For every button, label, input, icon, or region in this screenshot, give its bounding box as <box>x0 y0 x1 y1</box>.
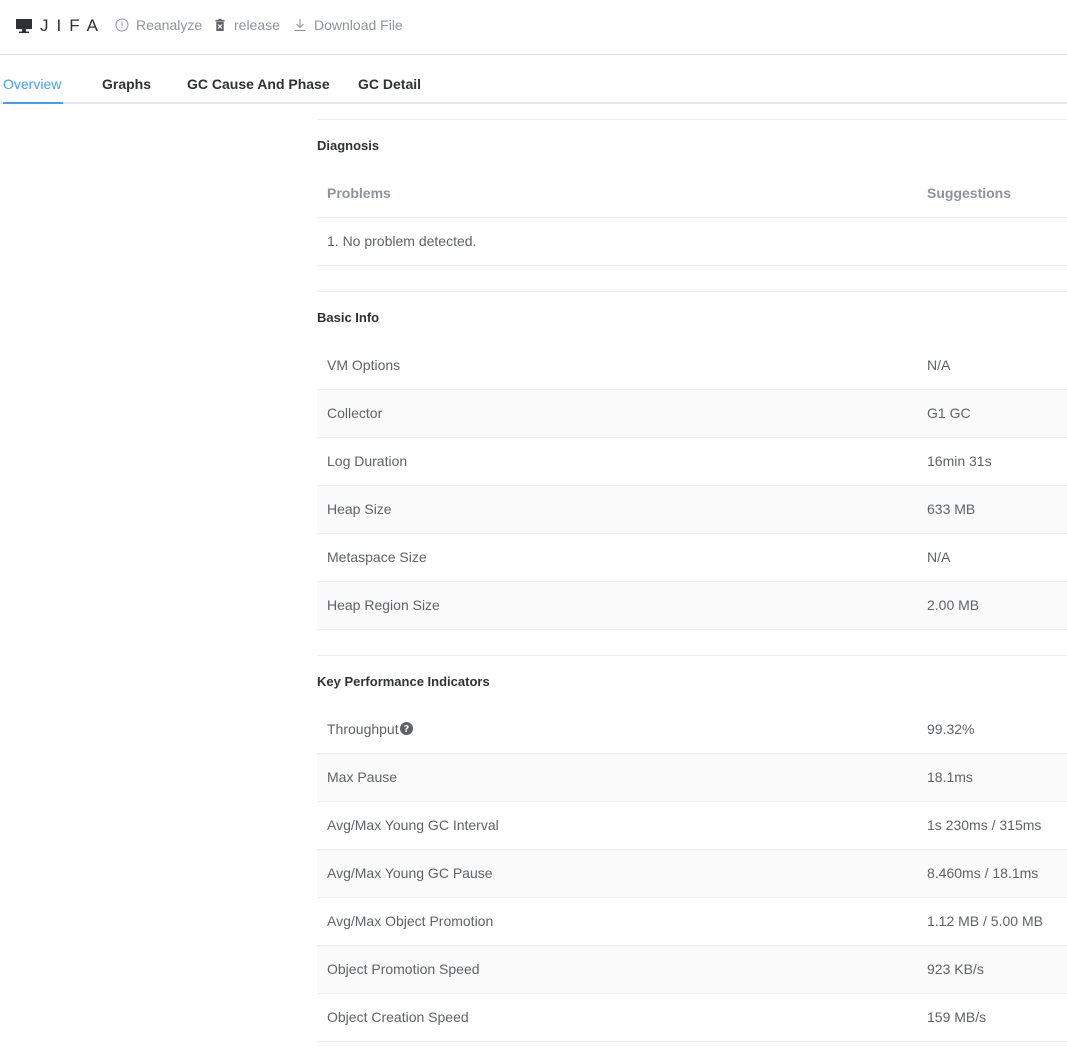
table-row: Metaspace Size N/A <box>317 534 1067 582</box>
svg-text:?: ? <box>403 724 409 735</box>
heap-size-label: Heap Size <box>327 501 392 517</box>
throughput-value: 99.32% <box>927 721 975 737</box>
top-bar: JIFA Reanalyze release Download File <box>0 0 1067 55</box>
trash-icon <box>215 18 225 31</box>
problem-cell: 1. No problem detected. <box>327 233 477 249</box>
young-gc-pause-label: Avg/Max Young GC Pause <box>327 865 493 881</box>
object-promotion-label: Avg/Max Object Promotion <box>327 913 494 929</box>
max-pause-label: Max Pause <box>327 769 398 785</box>
release-button[interactable]: release <box>213 16 280 34</box>
tab-gc-cause-and-phase[interactable]: GC Cause And Phase <box>187 76 330 104</box>
max-pause-value: 18.1ms <box>927 769 973 785</box>
table-row: Log Duration 16min 31s <box>317 438 1067 486</box>
diagnosis-title: Diagnosis <box>317 138 380 153</box>
object-creation-speed-label: Object Creation Speed <box>327 1009 469 1025</box>
table-row: Heap Size 633 MB <box>317 486 1067 534</box>
table-row: Avg/Max Young GC Interval 1s 230ms / 315… <box>317 802 1067 850</box>
young-gc-pause-value: 8.460ms / 18.1ms <box>927 865 1039 881</box>
suggestions-column-header: Suggestions <box>927 185 1012 201</box>
object-promotion-value: 1.12 MB / 5.00 MB <box>927 913 1043 929</box>
vm-options-label: VM Options <box>327 357 401 373</box>
info-circle-icon <box>115 18 129 32</box>
log-duration-label: Log Duration <box>327 453 408 469</box>
release-label: release <box>234 17 280 33</box>
table-row: VM Options N/A <box>317 342 1067 390</box>
diagnosis-table-header: Problems Suggestions <box>317 170 1067 218</box>
table-row: Collector G1 GC <box>317 390 1067 438</box>
reanalyze-button[interactable]: Reanalyze <box>115 16 202 34</box>
object-creation-speed-value: 159 MB/s <box>927 1009 987 1025</box>
collector-label: Collector <box>327 405 383 421</box>
question-circle-icon[interactable]: ? <box>399 722 413 735</box>
tab-overview[interactable]: Overview <box>3 76 61 104</box>
throughput-label: Throughput? <box>327 721 413 737</box>
metaspace-size-label: Metaspace Size <box>327 549 427 565</box>
download-icon <box>294 19 306 32</box>
vm-options-value: N/A <box>927 357 951 373</box>
table-row: Avg/Max Young GC Pause 8.460ms / 18.1ms <box>317 850 1067 898</box>
heap-region-size-value: 2.00 MB <box>927 597 980 613</box>
download-file-button[interactable]: Download File <box>293 16 403 34</box>
table-row: Heap Region Size 2.00 MB <box>317 582 1067 630</box>
metaspace-size-value: N/A <box>927 549 951 565</box>
logo[interactable]: JIFA <box>16 15 106 37</box>
table-row: Object Promotion Speed 923 KB/s <box>317 946 1067 994</box>
table-row: 1. No problem detected. <box>317 218 1067 266</box>
basic-info-title: Basic Info <box>317 310 380 325</box>
object-promotion-speed-value: 923 KB/s <box>927 961 984 977</box>
tab-graphs[interactable]: Graphs <box>102 76 151 104</box>
diagnosis-section: Diagnosis Problems Suggestions 1. No pro… <box>317 119 1067 291</box>
kpi-title: Key Performance Indicators <box>317 674 490 689</box>
logo-text: JIFA <box>40 16 107 35</box>
table-row: Avg/Max Object Promotion 1.12 MB / 5.00 … <box>317 898 1067 946</box>
active-tab-indicator <box>3 102 63 104</box>
table-row: Max Pause 18.1ms <box>317 754 1067 802</box>
young-gc-interval-label: Avg/Max Young GC Interval <box>327 817 499 833</box>
monitor-icon <box>16 19 32 33</box>
tab-gc-detail[interactable]: GC Detail <box>358 76 421 104</box>
reanalyze-label: Reanalyze <box>136 17 203 33</box>
young-gc-interval-value: 1s 230ms / 315ms <box>927 817 1042 833</box>
problems-column-header: Problems <box>327 185 391 201</box>
overview-content: Diagnosis Problems Suggestions 1. No pro… <box>317 119 1067 1042</box>
table-row: Throughput? 99.32% <box>317 706 1067 754</box>
object-promotion-speed-label: Object Promotion Speed <box>327 961 480 977</box>
download-file-label: Download File <box>314 17 403 33</box>
throughput-label-text: Throughput <box>327 721 399 737</box>
log-duration-value: 16min 31s <box>927 453 992 469</box>
basic-info-section: Basic Info VM Options N/A Collector G1 G… <box>317 291 1067 655</box>
heap-size-value: 633 MB <box>927 501 976 517</box>
heap-region-size-label: Heap Region Size <box>327 597 440 613</box>
kpi-section: Key Performance Indicators Throughput? 9… <box>317 655 1067 1042</box>
table-row: Object Creation Speed 159 MB/s <box>317 994 1067 1042</box>
collector-value: G1 GC <box>927 405 971 421</box>
tab-bar: Overview Graphs GC Cause And Phase GC De… <box>0 64 1067 104</box>
